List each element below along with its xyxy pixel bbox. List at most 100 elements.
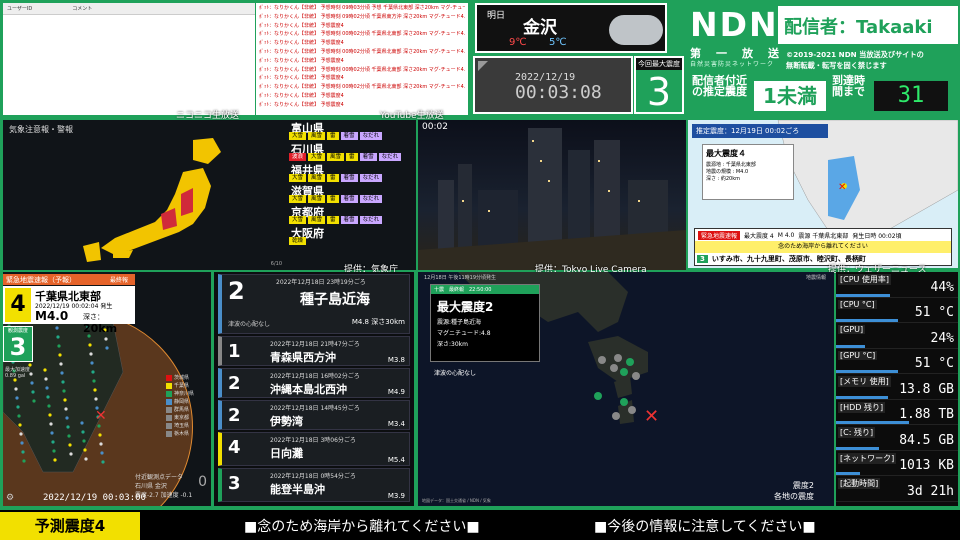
history-place: 沖縄本島北西沖 bbox=[270, 383, 347, 396]
station-dot bbox=[61, 380, 65, 384]
region-swatch bbox=[166, 406, 172, 413]
station-dot bbox=[56, 335, 60, 339]
tsunami-note: 津波の心配なし bbox=[434, 370, 477, 377]
warning-tag: 乾燥 bbox=[289, 237, 307, 245]
col-user: ユーザーID bbox=[7, 6, 33, 12]
chat-line: ﾎﾞｯﾄ：なりかくん【非統】 予想時刻 00時02分頃 千葉県北東部 深さ20k… bbox=[259, 84, 465, 91]
station-dot bbox=[97, 424, 101, 428]
history-place: 伊勢湾 bbox=[270, 415, 303, 428]
station-dot bbox=[49, 422, 53, 426]
station-dot bbox=[91, 370, 95, 374]
intensity-marker bbox=[628, 406, 636, 414]
system-row: [GPU] 24% bbox=[836, 323, 958, 349]
warning-tag: 着雪 bbox=[359, 153, 377, 161]
settings-icon[interactable]: ⚙ bbox=[6, 493, 14, 503]
ndn-branding: NDN 配信者：Takaaki 第 一 放 送 自然災害防災ネットワーク ©20… bbox=[690, 3, 958, 115]
comment-panel: ユーザーID コメント bbox=[3, 3, 255, 115]
weather-low: 5℃ bbox=[549, 37, 567, 48]
live-camera: 00:02 bbox=[418, 120, 686, 270]
pref-tags: 大雪 風雪雷着雪 なだれ bbox=[289, 195, 383, 203]
region-item: 埼玉県 bbox=[166, 422, 210, 429]
station-dot bbox=[94, 397, 98, 401]
weather-day: 明日 bbox=[487, 11, 506, 21]
system-value: 44% bbox=[930, 279, 954, 295]
station-dot bbox=[44, 377, 48, 381]
region-item: 静岡県 bbox=[166, 398, 210, 405]
system-row: [C: 残り] 84.5 GB bbox=[836, 425, 958, 451]
station-dot bbox=[63, 398, 67, 402]
warning-tag: 雷 bbox=[327, 174, 339, 182]
system-key: [CPU °C] bbox=[838, 299, 877, 309]
warning-tag: 雷 bbox=[327, 195, 339, 203]
station-dot bbox=[20, 441, 24, 445]
estimated-intensity-label: 配信者付近の推定震度 bbox=[692, 74, 747, 98]
station-dot bbox=[83, 448, 87, 452]
warning-tag: 着雪 bbox=[340, 195, 358, 203]
ticker-message-2: ■今後の情報に注意してください■ bbox=[594, 519, 816, 535]
warning-tag: なだれ bbox=[359, 132, 383, 140]
station-dot bbox=[19, 432, 23, 436]
chat-line: ﾎﾞｯﾄ：なりかくん【非統】 予想震度4 bbox=[259, 40, 344, 47]
station-dot bbox=[66, 425, 70, 429]
station-dot bbox=[65, 416, 69, 420]
earthquake-history: 2 2022年12月18日 23時19分ごろ 種子島近海 M4.8 深さ30km 津波の… bbox=[214, 272, 414, 506]
system-bar bbox=[836, 319, 899, 322]
station-dot bbox=[89, 352, 93, 356]
station-dot bbox=[105, 346, 109, 350]
youtube-chat-feed: ﾎﾞｯﾄ：なりかくん【非統】 予想時刻 09時03分頃 予想 千葉県北東部 深さ… bbox=[256, 3, 468, 115]
history-date: 2022年12月18日 21時47分ごろ bbox=[270, 341, 360, 348]
ticker-label: 予測震度4 bbox=[0, 512, 140, 540]
arrival-value: 31 bbox=[874, 81, 948, 111]
station-dot bbox=[16, 405, 20, 409]
intensity-marker bbox=[620, 398, 628, 406]
pref-tags: 大雪 風雪雷着雪 なだれ bbox=[289, 216, 383, 224]
system-row: [GPU °C] 51 °C bbox=[836, 349, 958, 374]
region-name: 東京都 bbox=[174, 415, 190, 421]
warning-tag: 大雪 bbox=[289, 216, 307, 224]
system-key: [メモリ 使用] bbox=[838, 376, 891, 387]
history-intensity: 2 bbox=[228, 373, 241, 394]
estimated-intensity-value: 1未満 bbox=[754, 81, 826, 111]
system-bar bbox=[836, 421, 910, 424]
corner-icon bbox=[478, 61, 488, 71]
station-dot bbox=[47, 404, 51, 408]
history-date: 2022年12月18日 16時02分ごろ bbox=[270, 373, 360, 380]
system-row: [起動時間] 3d 21h bbox=[836, 476, 958, 502]
warning-tag: 大雪 bbox=[308, 153, 326, 161]
chat-line: ﾎﾞｯﾄ：なりかくん【非統】 予想時刻 00時02分頃 千葉県北東部 深さ20k… bbox=[259, 66, 465, 73]
warning-tag: 波浪 bbox=[289, 153, 307, 161]
system-value: 13.8 GB bbox=[899, 381, 954, 397]
history-date: 2022年12月18日 23時19分ごろ bbox=[276, 279, 366, 286]
intensity-marker bbox=[612, 412, 620, 420]
region-item: 千葉県 bbox=[166, 382, 210, 389]
history-mag: M4.8 深さ30km bbox=[351, 318, 405, 326]
pref-tags: 乾燥 bbox=[289, 237, 307, 245]
tmap-legend: 震度2 各地の震度 bbox=[774, 481, 814, 501]
station-dot bbox=[30, 381, 34, 385]
station-dot bbox=[92, 379, 96, 383]
ticker-bar: 予測震度4 ■念のため海岸から離れてください■ ■今後の情報に注意してください■ bbox=[0, 508, 960, 540]
region-item: 神奈川県 bbox=[166, 390, 210, 397]
station-dot bbox=[100, 451, 104, 455]
system-value: 51 °C bbox=[914, 305, 954, 320]
pref-row: 福井県 大雪 風雪雷着雪 なだれ bbox=[287, 162, 413, 183]
warning-tag: 雷 bbox=[327, 132, 339, 140]
region-swatch bbox=[166, 430, 172, 437]
station-dot bbox=[32, 399, 36, 403]
region-swatch bbox=[166, 374, 172, 381]
station-dot bbox=[52, 449, 56, 453]
tmap-card: 十震 最終報 22:50:00 最大震度2 震源:種子島近海 マグニチュード:4… bbox=[430, 284, 540, 362]
system-monitor: [CPU 使用率] 44% [CPU °C] 51 °C [GPU] 24% [GPU °C… bbox=[836, 272, 958, 506]
region-name: 群馬県 bbox=[174, 407, 190, 413]
col-comment: コメント bbox=[72, 6, 93, 12]
max-intensity-panel: 今回最大震度 3 bbox=[634, 56, 684, 114]
history-item: 4 2022年12月18日 3時06分ごろ 日向灘 M5.4 bbox=[218, 432, 410, 466]
system-bar bbox=[836, 472, 861, 475]
japan-map bbox=[83, 138, 221, 262]
station-dot bbox=[55, 326, 59, 330]
station-dot bbox=[14, 387, 18, 391]
system-row: [CPU 使用率] 44% bbox=[836, 272, 958, 298]
system-key: [CPU 使用率] bbox=[838, 274, 892, 285]
history-date: 2022年12月18日 3時06分ごろ bbox=[270, 437, 356, 444]
system-bar bbox=[836, 370, 899, 373]
